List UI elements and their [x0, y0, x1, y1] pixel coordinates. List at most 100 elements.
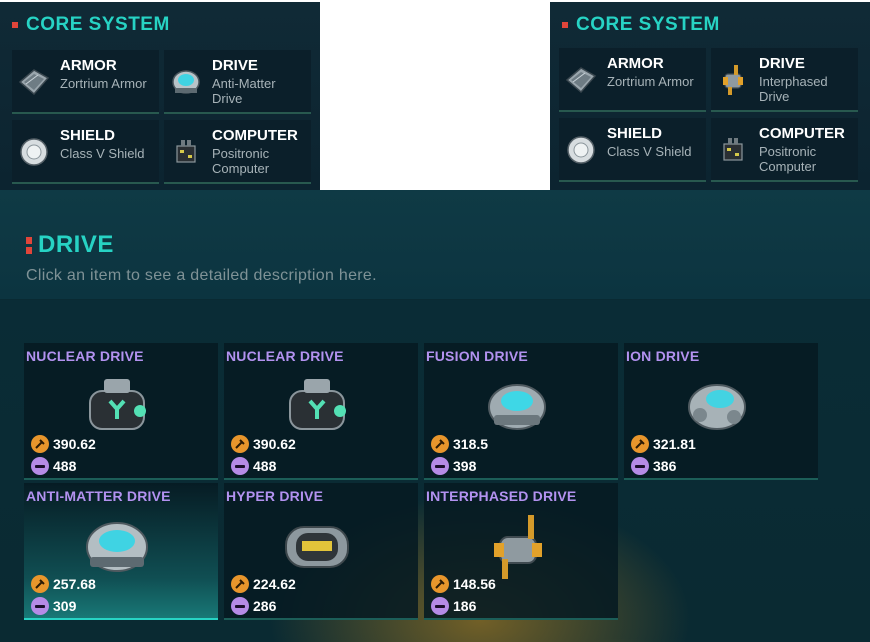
core-system-title-text: CORE SYSTEM — [26, 14, 170, 35]
drive-card-name: ANTI-MATTER DRIVE — [26, 488, 171, 504]
weight-value: 286 — [253, 598, 277, 614]
core-system-panel-left: CORE SYSTEM ARMOR Zortrium Armor DRIVE A… — [0, 2, 320, 190]
anti-matter-drive-icon — [172, 70, 200, 94]
ion-drive-icon — [688, 384, 746, 430]
core-system-panel-right: CORE SYSTEM ARMOR Zortrium Armor DRIVE I… — [550, 2, 870, 190]
core-slot-armor[interactable]: ARMOR Zortrium Armor — [559, 48, 706, 112]
weight-value: 386 — [653, 458, 677, 474]
drive-card-name: ION DRIVE — [626, 348, 700, 364]
slot-item-shield: Class V Shield — [60, 146, 145, 161]
power-icon — [631, 435, 649, 453]
power-value: 321.81 — [653, 436, 696, 452]
title-marker-icon — [562, 22, 568, 28]
weight-icon — [231, 457, 249, 475]
power-icon — [31, 435, 49, 453]
slot-item-computer: Positronic Computer — [212, 146, 270, 176]
computer-icon — [176, 140, 196, 163]
drive-header: DRIVE Click an item to see a detailed de… — [0, 190, 870, 300]
power-icon — [231, 435, 249, 453]
drive-card-name: INTERPHASED DRIVE — [426, 488, 577, 504]
power-icon — [431, 575, 449, 593]
drive-title-text: DRIVE — [38, 231, 114, 258]
power-value: 318.5 — [453, 436, 489, 452]
drive-card-power: 321.81 — [631, 435, 696, 453]
weight-value: 398 — [453, 458, 477, 474]
core-slot-drive[interactable]: DRIVE Anti-Matter Drive — [164, 50, 311, 114]
core-slot-drive[interactable]: DRIVE Interphased Drive — [711, 48, 858, 112]
drive-card-power: 224.62 — [231, 575, 296, 593]
drive-card-name: NUCLEAR DRIVE — [26, 348, 144, 364]
drive-card-nuclear-2[interactable]: NUCLEAR DRIVE 390.62 488 — [224, 343, 418, 480]
armor-icon — [18, 69, 50, 96]
core-system-title: CORE SYSTEM — [562, 14, 720, 36]
power-value: 148.56 — [453, 576, 496, 592]
drive-card-weight: 488 — [231, 457, 276, 475]
title-marker-icon — [12, 22, 18, 28]
slot-label-computer: COMPUTER — [212, 127, 298, 144]
drive-selection-panel: DRIVE Click an item to see a detailed de… — [0, 190, 870, 642]
slot-label-armor: ARMOR — [60, 57, 117, 74]
weight-icon — [431, 457, 449, 475]
weight-icon — [31, 597, 49, 615]
drive-card-power: 390.62 — [231, 435, 296, 453]
drive-title: DRIVE — [26, 231, 114, 259]
anti-matter-drive-icon — [86, 522, 148, 572]
drive-card-power: 257.68 — [31, 575, 96, 593]
slot-label-shield: SHIELD — [60, 127, 116, 144]
drive-card-fusion[interactable]: FUSION DRIVE 318.5 398 — [424, 343, 618, 480]
core-system-title: CORE SYSTEM — [12, 14, 170, 36]
weight-icon — [631, 457, 649, 475]
slot-item-drive: Interphased Drive — [759, 74, 828, 104]
drive-card-ion[interactable]: ION DRIVE 321.81 386 — [624, 343, 818, 480]
fusion-drive-icon — [488, 384, 546, 430]
power-value: 390.62 — [253, 436, 296, 452]
computer-icon — [723, 138, 743, 161]
core-slot-shield[interactable]: SHIELD Class V Shield — [559, 118, 706, 182]
drive-card-weight: 309 — [31, 597, 76, 615]
drive-card-weight: 186 — [431, 597, 476, 615]
drive-card-power: 390.62 — [31, 435, 96, 453]
drive-card-power: 318.5 — [431, 435, 488, 453]
drive-card-nuclear-1[interactable]: NUCLEAR DRIVE 390.62 488 — [24, 343, 218, 480]
slot-label-shield: SHIELD — [607, 125, 663, 142]
drive-card-anti-matter[interactable]: ANTI-MATTER DRIVE 257.68 309 — [24, 483, 218, 620]
weight-value: 488 — [253, 458, 277, 474]
slot-item-drive: Anti-Matter Drive — [212, 76, 276, 106]
slot-item-shield: Class V Shield — [607, 144, 692, 159]
drive-card-hyper[interactable]: HYPER DRIVE 224.62 286 — [224, 483, 418, 620]
title-marker-icon — [26, 236, 32, 254]
drive-card-weight: 386 — [631, 457, 676, 475]
slot-label-computer: COMPUTER — [759, 125, 845, 142]
core-slot-grid: ARMOR Zortrium Armor DRIVE Interphased D… — [559, 48, 858, 182]
drive-card-name: HYPER DRIVE — [226, 488, 324, 504]
core-slot-shield[interactable]: SHIELD Class V Shield — [12, 120, 159, 184]
drive-card-weight: 286 — [231, 597, 276, 615]
slot-item-armor: Zortrium Armor — [607, 74, 694, 89]
drive-card-name: NUCLEAR DRIVE — [226, 348, 344, 364]
hyper-drive-icon — [285, 526, 349, 568]
core-slot-computer[interactable]: COMPUTER Positronic Computer — [164, 120, 311, 184]
drive-item-grid: NUCLEAR DRIVE 390.62 488 NUCLEAR DRIVE 3… — [24, 343, 818, 620]
weight-value: 309 — [53, 598, 77, 614]
core-slot-computer[interactable]: COMPUTER Positronic Computer — [711, 118, 858, 182]
slot-item-armor: Zortrium Armor — [60, 76, 147, 91]
interphased-drive-icon — [494, 515, 542, 579]
power-icon — [231, 575, 249, 593]
drive-card-power: 148.56 — [431, 575, 496, 593]
slot-item-computer: Positronic Computer — [759, 144, 817, 174]
slot-label-drive: DRIVE — [212, 57, 258, 74]
power-value: 390.62 — [53, 436, 96, 452]
core-system-title-text: CORE SYSTEM — [576, 14, 720, 35]
drive-description: Click an item to see a detailed descript… — [26, 267, 377, 284]
armor-icon — [565, 67, 597, 94]
power-icon — [31, 575, 49, 593]
drive-card-weight: 488 — [31, 457, 76, 475]
slot-label-armor: ARMOR — [607, 55, 664, 72]
slot-label-drive: DRIVE — [759, 55, 805, 72]
core-slot-armor[interactable]: ARMOR Zortrium Armor — [12, 50, 159, 114]
weight-icon — [231, 597, 249, 615]
weight-icon — [431, 597, 449, 615]
drive-card-interphased[interactable]: INTERPHASED DRIVE 148.56 186 — [424, 483, 618, 620]
power-value: 257.68 — [53, 576, 96, 592]
power-value: 224.62 — [253, 576, 296, 592]
